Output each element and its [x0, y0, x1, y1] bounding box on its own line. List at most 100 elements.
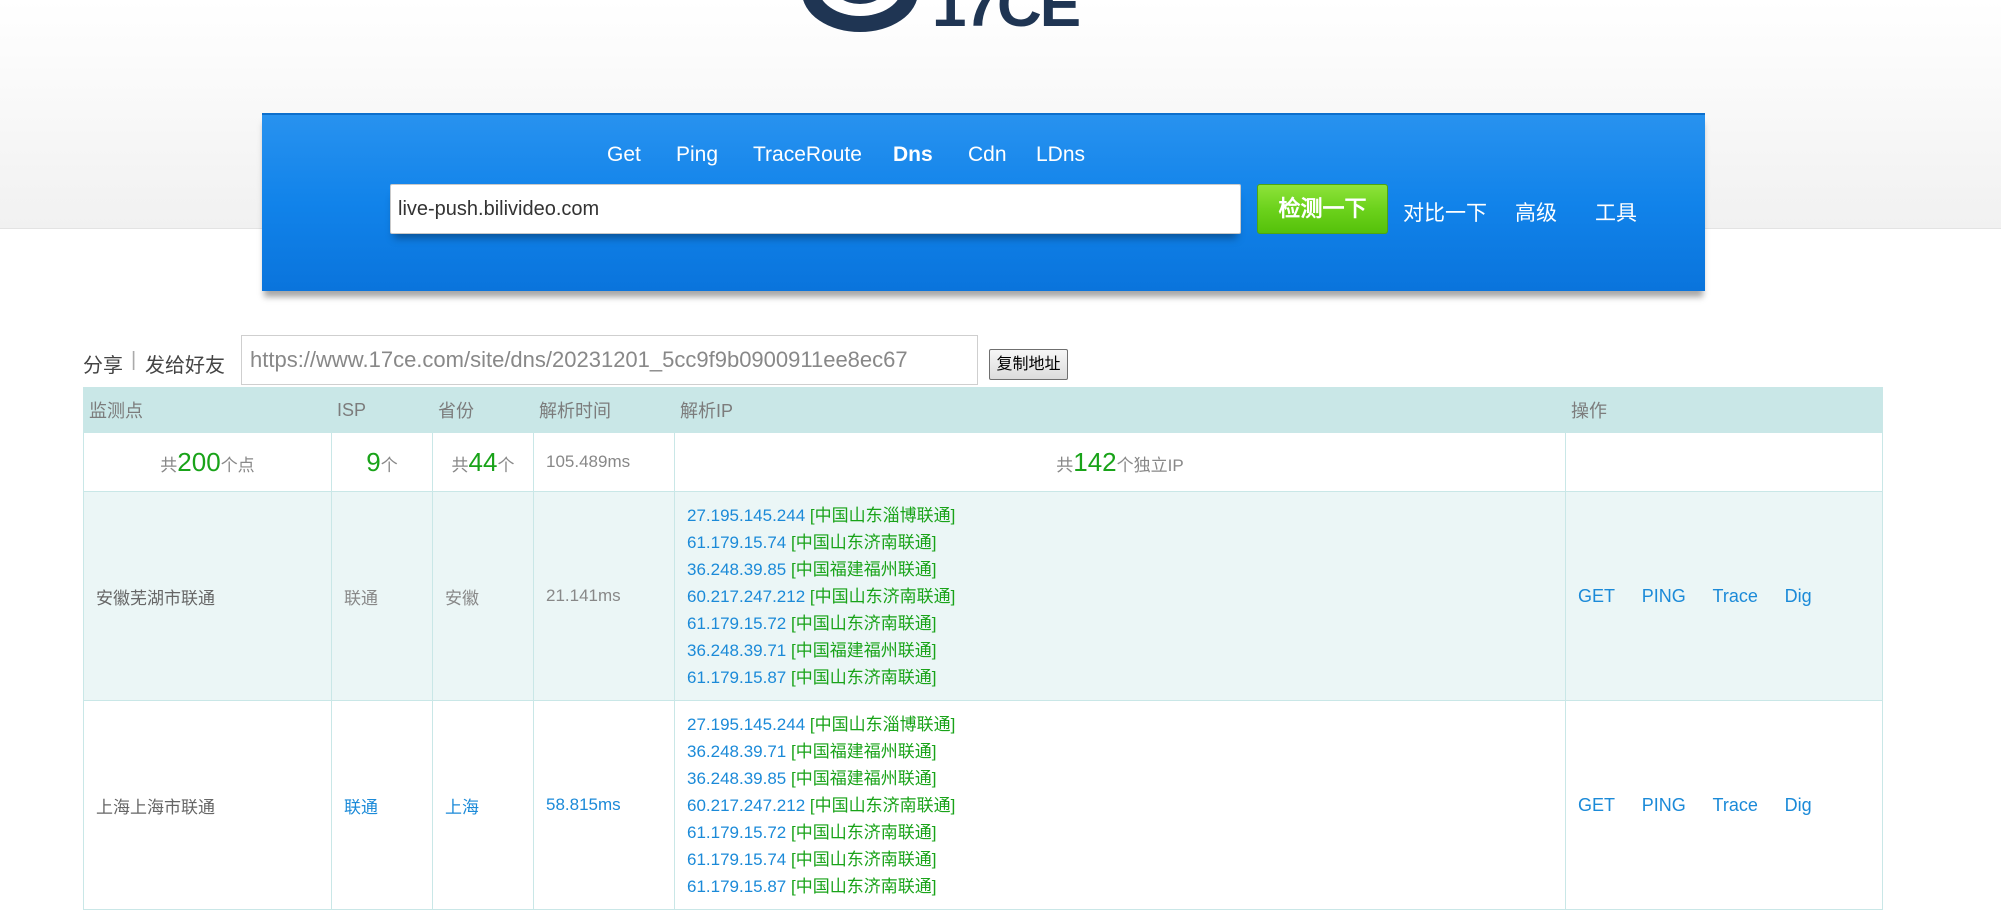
row-isp: 联通: [331, 700, 433, 910]
ip-entry: 36.248.39.71 [中国福建福州联通]: [687, 738, 1553, 765]
row-actions: GET PING Trace Dig: [1565, 491, 1883, 701]
send-to-friend-label: 发给好友: [145, 355, 225, 377]
ip-location: [中国山东济南联通]: [791, 876, 937, 896]
tab-dns[interactable]: Dns: [893, 143, 933, 167]
summary-row: 共200个点 9个 共44个 105.489ms 共142个独立IP: [83, 432, 1883, 492]
ip-address: 27.195.145.244: [687, 505, 806, 525]
header-location: 监测点: [83, 387, 332, 433]
share-label: 分享: [83, 355, 123, 377]
compare-link[interactable]: 对比一下: [1403, 197, 1487, 227]
header-actions: 操作: [1565, 387, 1883, 433]
summary-province: 共44个: [432, 432, 534, 492]
summary-actions: [1565, 432, 1883, 492]
ip-location: [中国福建福州联通]: [791, 559, 937, 579]
summary-isp-suffix: 个: [380, 455, 398, 475]
ip-address: 61.179.15.87: [687, 876, 787, 896]
row-province: 安徽: [432, 491, 534, 701]
tab-ldns[interactable]: LDns: [1036, 143, 1085, 167]
summary-avg-time: 105.489ms: [533, 432, 675, 492]
summary-points: 共200个点: [83, 432, 332, 492]
ip-location: [中国山东济南联通]: [809, 795, 956, 815]
ip-entry: 61.179.15.87 [中国山东济南联通]: [687, 873, 1553, 900]
ip-entry: 60.217.247.212 [中国山东济南联通]: [687, 583, 1553, 610]
ip-address: 61.179.15.72: [687, 822, 787, 842]
summary-points-suffix: 个点: [220, 455, 255, 475]
trace-link[interactable]: Trace: [1713, 586, 1758, 606]
summary-points-count: 200: [177, 446, 221, 477]
ip-entry: 36.248.39.85 [中国福建福州联通]: [687, 556, 1553, 583]
ip-entry: 61.179.15.74 [中国山东济南联通]: [687, 529, 1553, 556]
ip-entry: 61.179.15.74 [中国山东济南联通]: [687, 846, 1553, 873]
ip-location: [中国山东济南联通]: [791, 613, 937, 633]
row-province: 上海: [432, 700, 534, 910]
share-url-input[interactable]: [241, 335, 978, 385]
tab-cdn[interactable]: Cdn: [968, 143, 1007, 167]
row-isp: 联通: [331, 491, 433, 701]
table-header-row: 监测点 ISP 省份 解析时间 解析IP 操作: [83, 387, 1883, 433]
ip-address: 36.248.39.85: [687, 768, 787, 788]
summary-ip-suffix: 个独立IP: [1116, 455, 1184, 475]
dig-link[interactable]: Dig: [1785, 586, 1812, 606]
summary-ip-count: 142: [1073, 446, 1117, 477]
get-link[interactable]: GET: [1578, 795, 1615, 815]
row-ip-list: 27.195.145.244 [中国山东淄博联通] 61.179.15.74 […: [674, 491, 1566, 701]
check-button[interactable]: 检测一下: [1257, 184, 1388, 234]
row-time: 58.815ms: [533, 700, 675, 910]
summary-ip-prefix: 共: [1056, 455, 1074, 475]
tab-ping[interactable]: Ping: [676, 143, 718, 167]
ip-address: 61.179.15.72: [687, 613, 787, 633]
ip-location: [中国山东淄博联通]: [809, 505, 956, 525]
ip-address: 36.248.39.85: [687, 559, 787, 579]
summary-ip: 共142个独立IP: [674, 432, 1566, 492]
ping-link[interactable]: PING: [1642, 586, 1686, 606]
ip-address: 61.179.15.74: [687, 849, 787, 869]
ip-location: [中国山东济南联通]: [791, 667, 937, 687]
row-ip-list: 27.195.145.244 [中国山东淄博联通] 36.248.39.71 […: [674, 700, 1566, 910]
ip-location: [中国福建福州联通]: [791, 640, 937, 660]
ip-address: 60.217.247.212: [687, 586, 806, 606]
ip-location: [中国山东济南联通]: [809, 586, 956, 606]
table-row: 上海上海市联通 联通 上海 58.815ms 27.195.145.244 [中…: [83, 700, 1883, 910]
ip-location: [中国福建福州联通]: [791, 741, 937, 761]
ip-address: 27.195.145.244: [687, 714, 806, 734]
row-time: 21.141ms: [533, 491, 675, 701]
header-isp: ISP: [331, 387, 433, 433]
ip-location: [中国山东济南联通]: [791, 822, 937, 842]
ip-address: 36.248.39.71: [687, 640, 787, 660]
ip-entry: 36.248.39.71 [中国福建福州联通]: [687, 637, 1553, 664]
ip-address: 60.217.247.212: [687, 795, 806, 815]
dns-results-table: 监测点 ISP 省份 解析时间 解析IP 操作 共200个点 9个 共44个 1…: [83, 387, 1883, 910]
tools-link[interactable]: 工具: [1595, 197, 1637, 227]
row-location: 安徽芜湖市联通: [83, 491, 332, 701]
ip-address: 61.179.15.74: [687, 532, 787, 552]
advanced-link[interactable]: 高级: [1515, 197, 1557, 227]
ip-location: [中国山东淄博联通]: [809, 714, 956, 734]
copy-address-button[interactable]: 复制地址: [989, 349, 1068, 380]
header-province: 省份: [432, 387, 534, 433]
ip-address: 36.248.39.71: [687, 741, 787, 761]
ip-entry: 61.179.15.87 [中国山东济南联通]: [687, 664, 1553, 691]
search-panel: Get Ping TraceRoute Dns Cdn LDns 检测一下 对比…: [262, 113, 1705, 291]
ip-entry: 60.217.247.212 [中国山东济南联通]: [687, 792, 1553, 819]
summary-points-prefix: 共: [160, 455, 178, 475]
tab-traceroute[interactable]: TraceRoute: [753, 143, 862, 167]
header-resolved-ip: 解析IP: [674, 387, 1566, 433]
table-row: 安徽芜湖市联通 联通 安徽 21.141ms 27.195.145.244 [中…: [83, 491, 1883, 701]
summary-isp-count: 9: [366, 446, 381, 477]
header-resolve-time: 解析时间: [533, 387, 675, 433]
summary-prov-suffix: 个: [497, 455, 515, 475]
tab-get[interactable]: Get: [607, 143, 641, 167]
logo-text: 17CE: [932, 0, 1081, 40]
url-input[interactable]: [390, 184, 1241, 234]
summary-avg-time-value: 105.489ms: [546, 452, 631, 471]
ip-entry: 27.195.145.244 [中国山东淄博联通]: [687, 711, 1553, 738]
get-link[interactable]: GET: [1578, 586, 1615, 606]
dig-link[interactable]: Dig: [1785, 795, 1812, 815]
ping-link[interactable]: PING: [1642, 795, 1686, 815]
row-actions: GET PING Trace Dig: [1565, 700, 1883, 910]
ip-entry: 61.179.15.72 [中国山东济南联通]: [687, 610, 1553, 637]
ip-location: [中国福建福州联通]: [791, 768, 937, 788]
share-separator: |: [131, 349, 137, 371]
ip-location: [中国山东济南联通]: [791, 532, 937, 552]
trace-link[interactable]: Trace: [1713, 795, 1758, 815]
